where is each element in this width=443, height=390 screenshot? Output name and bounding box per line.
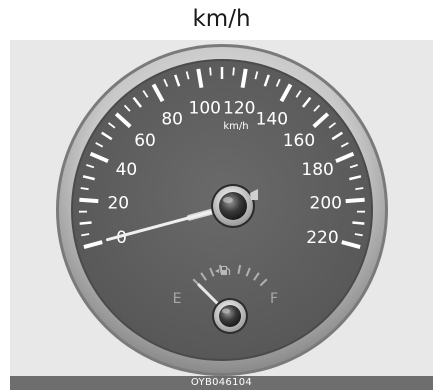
gauge-panel: 0 20 40 60 80 100 120 140 160 180 200 220 km/h E F <box>10 40 433 390</box>
speed-minor-tick <box>355 187 364 191</box>
speed-minor-tick <box>209 67 212 76</box>
speed-minor-tick <box>79 221 92 225</box>
speed-label-20: 20 <box>107 194 129 214</box>
fuel-needle-hub <box>212 298 248 334</box>
speed-label-120: 120 <box>223 98 255 118</box>
image-code-bar: OYB046104 <box>10 376 433 390</box>
speed-label-100: 100 <box>189 98 221 118</box>
speed-major-tick <box>79 197 99 204</box>
speed-minor-tick <box>232 67 235 76</box>
speedometer: 020406080100 120140160180200220 km/h E F <box>56 44 388 376</box>
speed-label-80: 80 <box>161 110 183 130</box>
speed-label-40: 40 <box>116 160 138 180</box>
speed-minor-tick <box>352 221 365 225</box>
speed-label-220: 220 <box>306 228 338 248</box>
speed-label-180: 180 <box>301 160 333 180</box>
speed-unit-label: km/h <box>223 121 248 132</box>
fuel-full-label: F <box>270 291 278 307</box>
speed-label-140: 140 <box>256 110 288 130</box>
fuel-empty-label: E <box>173 291 182 307</box>
speed-major-tick <box>345 197 365 204</box>
speed-label-160: 160 <box>283 131 315 151</box>
page-title: km/h <box>192 6 251 32</box>
speed-label-200: 200 <box>310 194 342 214</box>
speed-label-60: 60 <box>134 131 156 151</box>
speed-minor-tick <box>80 187 89 191</box>
